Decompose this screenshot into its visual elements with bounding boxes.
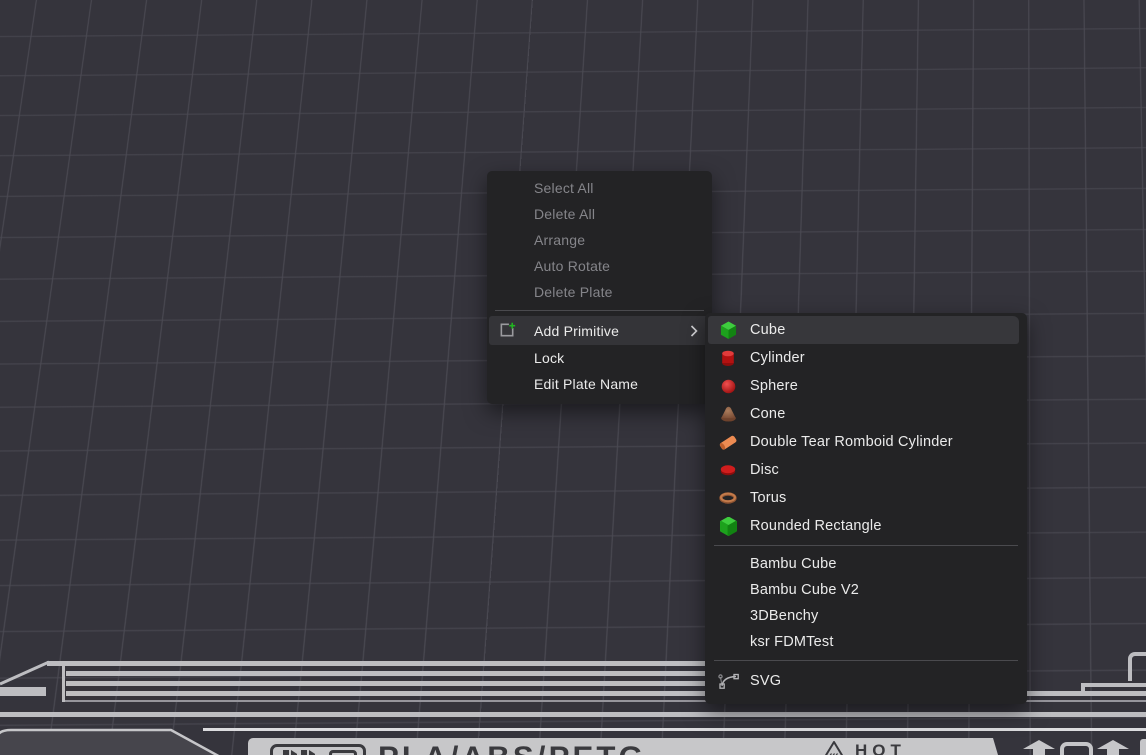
menu-item-label: Edit Plate Name — [534, 376, 638, 392]
plate-handle-tab — [0, 728, 226, 755]
submenu-item-cone[interactable]: Cone — [708, 400, 1024, 428]
submenu-item-3dbenchy[interactable]: 3DBenchy — [708, 603, 1024, 629]
submenu-item-label: SVG — [750, 673, 781, 689]
submenu-item-cube[interactable]: Cube — [708, 316, 1019, 344]
bezier-curve-icon — [717, 670, 739, 692]
menu-item-select-all: Select All — [489, 175, 710, 201]
menu-item-edit-plate-name[interactable]: Edit Plate Name — [489, 371, 710, 397]
plate-edge-marker — [1140, 739, 1146, 755]
submenu-item-label: Torus — [750, 490, 786, 506]
submenu-item-label: Cylinder — [750, 350, 805, 366]
plate-edge-line — [0, 712, 1146, 717]
menu-item-label: Arrange — [534, 232, 585, 248]
plate-sticker-text: PLA/ABS/PETG — [378, 741, 646, 755]
submenu-item-label: Rounded Rectangle — [750, 518, 882, 534]
qr-badge-icon — [329, 750, 357, 755]
menu-item-label: Auto Rotate — [534, 258, 610, 274]
submenu-models-group: Bambu Cube Bambu Cube V2 3DBenchy ksr FD… — [708, 551, 1024, 655]
menu-item-label: Delete All — [534, 206, 595, 222]
menu-item-label: Lock — [534, 350, 564, 366]
submenu-item-disc[interactable]: Disc — [708, 456, 1024, 484]
add-primitive-submenu: Cube Cylinder Sphere — [705, 313, 1027, 704]
plate-corner-diagonal — [0, 655, 60, 690]
plate-logo-badge — [270, 744, 366, 755]
square-marker-icon — [1060, 742, 1093, 755]
hot-label: HOT — [855, 740, 906, 755]
menu-item-auto-rotate: Auto Rotate — [489, 253, 710, 279]
menu-item-label: Select All — [534, 180, 594, 196]
menu-divider — [714, 660, 1018, 661]
plate-edge-tick — [62, 661, 65, 702]
menu-item-arrange: Arrange — [489, 227, 710, 253]
cube-icon — [717, 319, 739, 341]
arrow-up-icon — [1096, 740, 1130, 755]
submenu-item-svg[interactable]: SVG — [708, 666, 1024, 695]
submenu-item-label: Sphere — [750, 378, 798, 394]
menu-item-delete-plate: Delete Plate — [489, 279, 710, 305]
plate-sticker: PLA/ABS/PETG HOT — [248, 738, 998, 755]
submenu-item-bambu-cube-v2[interactable]: Bambu Cube V2 — [708, 577, 1024, 603]
bambu-logo-icon — [283, 750, 317, 755]
submenu-item-rounded-rectangle[interactable]: Rounded Rectangle — [708, 512, 1024, 540]
rounded-rectangle-icon — [717, 515, 739, 537]
submenu-item-ksr-fdmtest[interactable]: ksr FDMTest — [708, 629, 1024, 655]
menu-item-delete-all: Delete All — [489, 201, 710, 227]
arrow-up-icon — [1022, 740, 1056, 755]
menu-item-lock[interactable]: Lock — [489, 345, 710, 371]
submenu-item-label: Bambu Cube — [750, 556, 837, 572]
plate-corner-bracket — [1128, 652, 1146, 681]
slicer-3d-viewport[interactable]: PLA/ABS/PETG HOT Select All Delete All — [0, 0, 1146, 755]
hot-warning: HOT — [822, 740, 906, 755]
hot-warning-icon — [822, 740, 846, 755]
menu-item-label: Delete Plate — [534, 284, 613, 300]
submenu-item-label: 3DBenchy — [750, 608, 819, 624]
cylinder-icon — [717, 347, 739, 369]
sphere-icon — [717, 375, 739, 397]
chevron-right-icon — [690, 324, 698, 337]
plate-edge-line — [1083, 683, 1146, 687]
torus-icon — [717, 487, 739, 509]
menu-divider — [495, 310, 704, 311]
submenu-item-label: Cone — [750, 406, 785, 422]
menu-item-add-primitive[interactable]: Add Primitive — [489, 316, 710, 345]
submenu-item-double-tear-romboid-cylinder[interactable]: Double Tear Romboid Cylinder — [708, 428, 1024, 456]
cone-icon — [717, 403, 739, 425]
add-primitive-icon — [497, 321, 517, 341]
submenu-item-label: Double Tear Romboid Cylinder — [750, 434, 953, 450]
plate-front-rim — [203, 728, 1146, 731]
submenu-item-label: ksr FDMTest — [750, 634, 834, 650]
disc-icon — [717, 459, 739, 481]
submenu-item-label: Cube — [750, 322, 785, 338]
romboid-cylinder-icon — [717, 431, 739, 453]
submenu-item-label: Disc — [750, 462, 779, 478]
submenu-item-sphere[interactable]: Sphere — [708, 372, 1024, 400]
menu-divider — [714, 545, 1018, 546]
submenu-item-bambu-cube[interactable]: Bambu Cube — [708, 551, 1024, 577]
viewport-context-menu: Select All Delete All Arrange Auto Rotat… — [487, 171, 712, 404]
submenu-item-label: Bambu Cube V2 — [750, 582, 859, 598]
submenu-item-torus[interactable]: Torus — [708, 484, 1024, 512]
submenu-item-cylinder[interactable]: Cylinder — [708, 344, 1024, 372]
menu-item-label: Add Primitive — [534, 323, 619, 339]
